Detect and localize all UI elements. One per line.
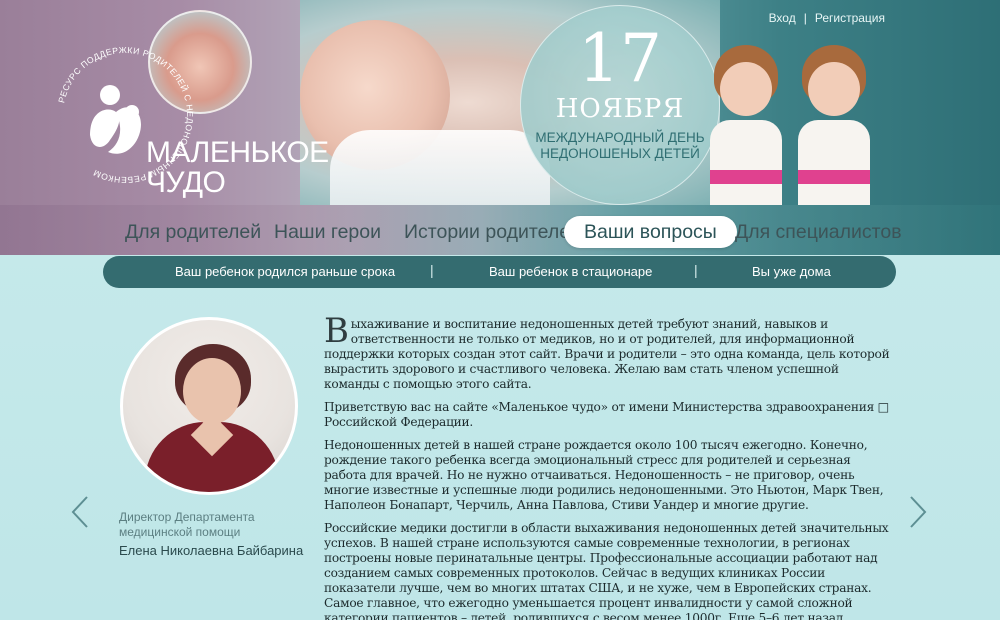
banner-girls-image — [706, 40, 886, 205]
welcome-article: Выхаживание и воспитание недоношенных де… — [324, 317, 896, 620]
event-month: НОЯБРЯ — [555, 94, 685, 124]
event-caption-line1: МЕЖДУНАРОДНЫЙ ДЕНЬ — [535, 130, 705, 145]
carousel-next-button[interactable] — [908, 495, 928, 529]
subnav-item-at-home[interactable]: Вы уже дома — [752, 264, 831, 279]
subnav-item-hospital[interactable]: Ваш ребенок в стационаре — [489, 264, 652, 279]
nav-item-specialists[interactable]: Для специалистов — [735, 216, 902, 248]
subnav-separator: | — [430, 262, 434, 278]
event-caption: МЕЖДУНАРОДНЫЙ ДЕНЬ НЕДОНОШЕНЫХ ДЕТЕЙ — [521, 130, 719, 162]
director-portrait — [120, 317, 298, 495]
auth-links: Вход | Регистрация — [765, 11, 889, 25]
event-caption-line2: НЕДОНОШЕНЫХ ДЕТЕЙ — [540, 146, 700, 161]
logo-name-line2: ЧУДО — [146, 166, 226, 199]
article-paragraph-3: Недоношенных детей в нашей стране рождае… — [324, 438, 884, 512]
login-link[interactable]: Вход — [769, 11, 796, 25]
subnav-item-born-early[interactable]: Ваш ребенок родился раньше срока — [175, 264, 395, 279]
article-paragraph-1: ыхаживание и воспитание недоношенных дет… — [324, 317, 890, 391]
nav-item-questions[interactable]: Ваши вопросы — [564, 216, 737, 248]
article-paragraph-4: Российские медики достигли в области вых… — [324, 521, 889, 620]
chevron-right-icon — [910, 496, 927, 528]
article-paragraph: Выхаживание и воспитание недоношенных де… — [324, 317, 896, 392]
girl-figure — [794, 40, 874, 205]
event-day: 17 — [578, 20, 662, 97]
nav-item-parents[interactable]: Для родителей — [125, 216, 261, 248]
event-date-badge: 17 НОЯБРЯ МЕЖДУНАРОДНЫЙ ДЕНЬ НЕДОНОШЕНЫХ… — [520, 5, 720, 205]
carousel-prev-button[interactable] — [70, 495, 90, 529]
article-dropcap: В — [324, 317, 349, 351]
chevron-left-icon — [71, 496, 88, 528]
logo-name: МАЛЕНЬКОЕ ЧУДО — [146, 136, 329, 199]
nav-item-parent-stories[interactable]: Истории родителей — [404, 216, 581, 248]
director-role: Директор Департамента медицинской помощи — [119, 510, 255, 539]
nav-item-heroes[interactable]: Наши герои — [274, 216, 381, 248]
banner-blanket-image — [330, 130, 550, 205]
logo-name-line1: МАЛЕНЬКОЕ — [146, 136, 329, 169]
subnav-separator: | — [694, 262, 698, 278]
auth-separator: | — [803, 11, 807, 25]
main-navigation: Для родителей Наши герои Истории родител… — [0, 205, 1000, 255]
director-name: Елена Николаевна Байбарина — [119, 543, 304, 558]
register-link[interactable]: Регистрация — [815, 11, 885, 25]
article-paragraph-2: Приветствую вас на сайте «Маленькое чудо… — [324, 400, 889, 429]
girl-figure — [706, 40, 786, 205]
sub-navigation: Ваш ребенок родился раньше срока | Ваш р… — [103, 256, 896, 288]
